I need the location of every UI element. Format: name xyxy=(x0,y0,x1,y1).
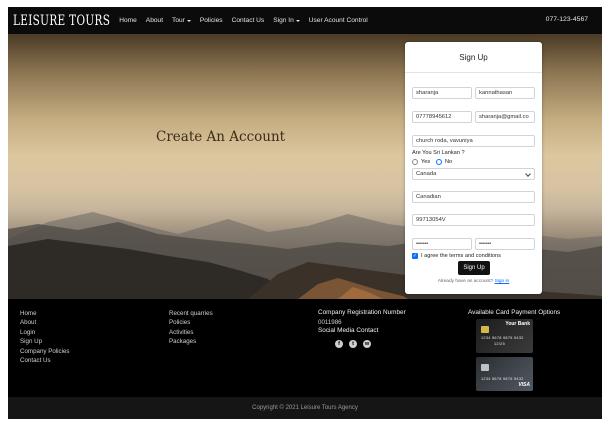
footer-link-company-policies[interactable]: Company Policies xyxy=(20,347,70,356)
copyright-bar: Copyright © 2021 Leisure Tours Agency xyxy=(8,397,602,419)
whatsapp-icon[interactable]: w xyxy=(363,340,371,349)
footer-links-col2: Recent quarries Policies Activities Pack… xyxy=(169,309,213,347)
nationality-input[interactable]: Canadian xyxy=(412,191,535,203)
first-name-input[interactable]: sharanja xyxy=(412,87,472,99)
nav-sign-in-dropdown[interactable]: Sign In xyxy=(273,17,300,24)
navbar: LEISURE TOURS Home About Tour Policies C… xyxy=(8,7,602,34)
nav-contact-us[interactable]: Contact Us xyxy=(232,17,265,24)
divider xyxy=(405,72,542,73)
nav-tour-label: Tour xyxy=(172,17,185,24)
login-prompt-text: Already have an account? xyxy=(437,279,494,284)
footer-link-recent-quarries[interactable]: Recent quarries xyxy=(169,309,213,318)
sign-up-button[interactable]: Sign Up xyxy=(458,261,490,275)
card-chip-icon xyxy=(481,326,489,333)
nav-contact-label: Contact Us xyxy=(231,17,265,24)
footer-link-home[interactable]: Home xyxy=(20,309,70,318)
card-expiry: 12/25 xyxy=(494,342,506,346)
footer-link-policies[interactable]: Policies xyxy=(169,318,213,327)
social-icons: f t w xyxy=(335,340,406,349)
footer-link-login[interactable]: Login xyxy=(20,328,70,337)
footer-payment: Available Card Payment Options xyxy=(468,309,560,316)
nav-tour-dropdown[interactable]: Tour xyxy=(172,17,191,24)
nav-about-label: About xyxy=(145,17,164,24)
footer: Home About Login Sign Up Company Policie… xyxy=(8,299,602,397)
last-name-input[interactable]: kannathasan xyxy=(475,87,535,99)
phone-number: 077-123-4567 xyxy=(545,16,588,23)
nic-input[interactable]: 99713054V xyxy=(412,214,535,226)
nav-home-label: Home xyxy=(119,17,137,24)
chevron-down-icon xyxy=(525,171,531,177)
card-number: 1234 5678 9876 5432 xyxy=(481,336,524,340)
footer-link-activities[interactable]: Activities xyxy=(169,328,213,337)
social-heading: Social Media Contact xyxy=(318,327,379,335)
email-input[interactable]: sharanja@gmail.co xyxy=(475,111,535,123)
card-number: 1234 5678 9876 5432 xyxy=(481,377,524,381)
login-prompt-line: Already have an account? Sign in xyxy=(405,279,542,284)
footer-link-contact-us[interactable]: Contact Us xyxy=(20,356,70,365)
payment-heading: Available Card Payment Options xyxy=(468,309,561,316)
sign-in-link[interactable]: Sign in xyxy=(495,279,510,284)
phone-input[interactable]: 07778945612 xyxy=(412,111,472,123)
terms-checkbox[interactable]: ✓ xyxy=(412,253,418,259)
footer-company-info: Company Registration Number 0011986 Soci… xyxy=(318,309,406,349)
nav-policies[interactable]: Policies xyxy=(200,17,223,24)
terms-label: I agree the terms and conditions xyxy=(421,253,501,259)
company-reg-number: 0011986 xyxy=(318,319,342,326)
visa-logo: VISA xyxy=(518,382,530,388)
caret-down-icon xyxy=(186,19,191,22)
password-input[interactable]: •••••• xyxy=(412,238,472,250)
credit-card-image-2: 1234 5678 9876 5432 VISA xyxy=(476,357,533,391)
confirm-password-input[interactable]: •••••• xyxy=(475,238,535,250)
twitter-icon[interactable]: t xyxy=(349,340,357,349)
nav-policies-label: Policies xyxy=(199,17,223,24)
hero-banner: Create An Account Sign Up sharanja kanna… xyxy=(8,34,602,299)
hero-title: Create An Account xyxy=(156,129,286,145)
address-input[interactable]: church roda, vavuniya xyxy=(412,135,535,147)
footer-link-about[interactable]: About xyxy=(20,318,70,327)
facebook-icon[interactable]: f xyxy=(335,340,343,349)
nav-user-account-control[interactable]: User Acount Control xyxy=(309,17,368,24)
radio-yes-label: Yes xyxy=(421,159,431,165)
nav-sign-in-label: Sign In xyxy=(273,17,294,24)
card-chip-icon xyxy=(481,364,489,371)
signup-card: Sign Up sharanja kannathasan 07778945612… xyxy=(405,42,542,294)
radio-no[interactable] xyxy=(436,159,442,165)
country-select[interactable]: Canada xyxy=(412,168,535,180)
brand-logo[interactable]: LEISURE TOURS xyxy=(13,12,110,28)
signup-title: Sign Up xyxy=(459,53,488,62)
nav-user-account-label: User Acount Control xyxy=(308,17,368,24)
footer-link-sign-up[interactable]: Sign Up xyxy=(20,337,70,346)
credit-card-image-1: Your Bank 1234 5678 9876 5432 12/25 xyxy=(476,319,533,353)
sri-lankan-question: Are You Sri Lankan ? xyxy=(412,150,465,156)
nav-about[interactable]: About xyxy=(146,17,163,24)
company-reg-heading: Company Registration Number xyxy=(318,309,406,316)
radio-no-label: No xyxy=(445,159,453,165)
card-bank-name: Your Bank xyxy=(505,321,530,327)
browser-page: LEISURE TOURS Home About Tour Policies C… xyxy=(8,7,602,419)
radio-yes[interactable] xyxy=(412,159,418,165)
footer-links-col1: Home About Login Sign Up Company Policie… xyxy=(20,309,70,365)
caret-down-icon xyxy=(295,19,300,22)
country-select-value: Canada xyxy=(416,171,437,177)
nav-home[interactable]: Home xyxy=(119,17,137,24)
footer-link-packages[interactable]: Packages xyxy=(169,337,213,346)
